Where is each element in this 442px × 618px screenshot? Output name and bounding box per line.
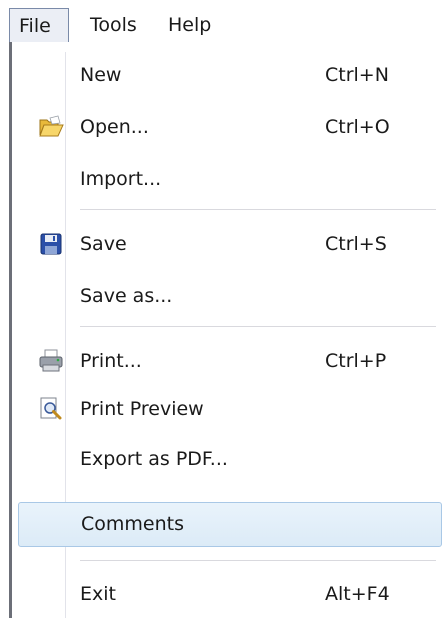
menu-item-label: Exit bbox=[80, 583, 116, 605]
menu-item-shortcut: Alt+F4 bbox=[325, 583, 390, 605]
menu-item-print-preview[interactable]: Print Preview bbox=[16, 388, 436, 430]
menu-item-save-as[interactable]: Save as... bbox=[16, 275, 436, 317]
menu-separator bbox=[80, 560, 436, 562]
menu-item-label: Print... bbox=[80, 350, 142, 372]
menu-item-shortcut: Ctrl+S bbox=[325, 233, 387, 255]
menu-item-import[interactable]: Import... bbox=[16, 158, 436, 200]
printer-icon bbox=[38, 348, 64, 374]
menu-item-label: Save as... bbox=[80, 285, 173, 307]
menu-item-shortcut: Ctrl+P bbox=[325, 350, 387, 372]
menu-item-label: New bbox=[80, 64, 122, 86]
menu-item-label: Print Preview bbox=[80, 398, 204, 420]
menu-tools[interactable]: Tools bbox=[81, 8, 146, 42]
dropdown-left-border bbox=[9, 42, 12, 618]
print-preview-icon bbox=[38, 396, 64, 422]
menu-item-label: Export as PDF... bbox=[80, 448, 228, 470]
menu-item-comments[interactable]: Comments bbox=[18, 502, 442, 547]
menu-separator bbox=[80, 209, 436, 211]
menu-help[interactable]: Help bbox=[159, 8, 220, 42]
menu-bar: File Tools Help bbox=[0, 0, 442, 46]
menu-separator bbox=[80, 326, 436, 328]
floppy-disk-icon bbox=[38, 231, 64, 257]
menu-item-shortcut: Ctrl+O bbox=[325, 116, 390, 138]
menu-item-label: Save bbox=[80, 233, 127, 255]
menu-item-print[interactable]: Print... Ctrl+P bbox=[16, 340, 436, 382]
menu-item-save[interactable]: Save Ctrl+S bbox=[16, 223, 436, 265]
menu-item-label: Comments bbox=[81, 513, 184, 535]
menu-file[interactable]: File bbox=[9, 8, 69, 42]
folder-open-icon bbox=[38, 114, 64, 140]
menu-item-export-pdf[interactable]: Export as PDF... bbox=[16, 438, 436, 480]
menu-item-label: Open... bbox=[80, 116, 149, 138]
menu-item-exit[interactable]: Exit Alt+F4 bbox=[16, 573, 436, 615]
menu-item-open[interactable]: Open... Ctrl+O bbox=[16, 106, 436, 148]
menu-item-new[interactable]: New Ctrl+N bbox=[16, 54, 436, 96]
menu-item-label: Import... bbox=[80, 168, 162, 190]
menu-item-shortcut: Ctrl+N bbox=[325, 64, 389, 86]
